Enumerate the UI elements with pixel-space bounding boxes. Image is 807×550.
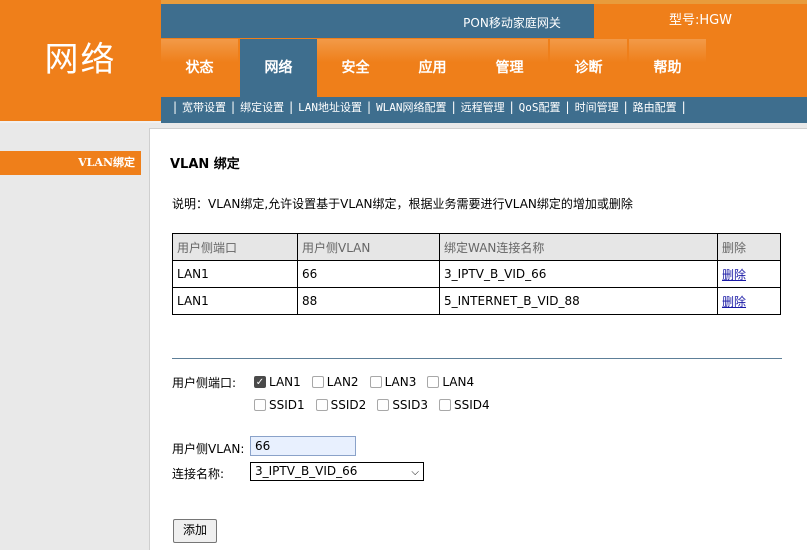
cell-port: LAN1 xyxy=(172,287,298,315)
sub-nav-separator: | xyxy=(681,100,686,114)
tab-diagnosis[interactable]: 诊断 xyxy=(550,39,627,97)
lan-port-group: ✓ LAN1 LAN2 LAN3 LAN4 xyxy=(254,375,474,389)
cell-wan: 3_IPTV_B_VID_66 xyxy=(439,260,718,288)
section-divider xyxy=(172,358,782,359)
lan1-checkbox[interactable]: ✓ xyxy=(254,376,266,388)
lan1-checkbox-item[interactable]: ✓ LAN1 xyxy=(254,375,301,389)
cell-delete: 删除 xyxy=(717,260,781,288)
lan2-checkbox[interactable] xyxy=(311,376,324,388)
cell-delete: 删除 xyxy=(717,287,781,315)
gateway-title: PON移动家庭网关 xyxy=(463,16,561,30)
subnav-lan-address[interactable]: LAN地址设置 xyxy=(293,99,367,115)
page-description: 说明：VLAN绑定,允许设置基于VLAN绑定，根据业务需要进行VLAN绑定的增加… xyxy=(172,197,633,211)
ssid3-label: SSID3 xyxy=(392,398,428,412)
lan3-checkbox[interactable] xyxy=(369,376,382,388)
cell-port: LAN1 xyxy=(172,260,298,288)
section-title: 网络 xyxy=(0,0,161,121)
ssid1-checkbox[interactable] xyxy=(254,399,266,411)
table-row: LAN1 66 3_IPTV_B_VID_66 删除 xyxy=(172,260,781,288)
table-header-row: 用户侧端口 用户侧VLAN 绑定WAN连接名称 删除 xyxy=(172,233,781,261)
col-header-port: 用户侧端口 xyxy=(172,233,298,261)
tab-network[interactable]: 网络 xyxy=(240,39,317,97)
lan4-checkbox[interactable] xyxy=(427,376,440,388)
ssid3-checkbox[interactable] xyxy=(377,399,390,411)
lan3-label: LAN3 xyxy=(384,375,417,389)
tab-status[interactable]: 状态 xyxy=(161,39,238,97)
connection-select-value: 3_IPTV_B_VID_66 xyxy=(255,464,358,478)
port-label: 用户侧端口: xyxy=(172,376,237,390)
ssid1-label: SSID1 xyxy=(269,398,305,412)
binding-table: 用户侧端口 用户侧VLAN 绑定WAN连接名称 删除 LAN1 66 3_IPT… xyxy=(172,233,781,315)
subnav-wlan[interactable]: WLAN网络配置 xyxy=(371,99,452,115)
ssid4-checkbox[interactable] xyxy=(438,399,451,411)
cell-vlan: 66 xyxy=(297,260,440,288)
subnav-binding[interactable]: 绑定设置 xyxy=(235,99,289,115)
ssid1-checkbox-item[interactable]: SSID1 xyxy=(254,398,305,412)
tab-help[interactable]: 帮助 xyxy=(629,39,706,97)
ssid-group: SSID1 SSID2 SSID3 SSID4 xyxy=(254,398,490,412)
tab-management[interactable]: 管理 xyxy=(471,39,548,97)
subnav-remote-management[interactable]: 远程管理 xyxy=(456,99,510,115)
lan1-label: LAN1 xyxy=(269,375,301,389)
lan3-checkbox-item[interactable]: LAN3 xyxy=(369,375,417,389)
tab-security[interactable]: 安全 xyxy=(317,39,394,97)
col-header-wan: 绑定WAN连接名称 xyxy=(439,233,718,261)
sidebar-item-vlan-binding[interactable]: VLAN绑定 xyxy=(0,151,141,175)
subnav-routing[interactable]: 路由配置 xyxy=(628,99,682,115)
ssid2-checkbox-item[interactable]: SSID2 xyxy=(315,398,367,412)
tab-application[interactable]: 应用 xyxy=(394,39,471,97)
header: 网络 PON移动家庭网关 型号:HGW 状态 网络 安全 应用 管理 诊断 帮助… xyxy=(0,0,807,123)
page-title: VLAN 绑定 xyxy=(170,157,240,172)
delete-link[interactable]: 删除 xyxy=(722,268,746,282)
lan2-label: LAN2 xyxy=(326,375,359,389)
vlan-input[interactable] xyxy=(250,436,356,456)
lan4-checkbox-item[interactable]: LAN4 xyxy=(427,375,474,389)
sub-nav-bar: | 宽带设置 | 绑定设置 | LAN地址设置 | WLAN网络配置 | 远程管… xyxy=(161,97,807,117)
cell-vlan: 88 xyxy=(297,287,440,315)
delete-link[interactable]: 删除 xyxy=(722,295,746,309)
ssid2-checkbox[interactable] xyxy=(315,399,328,411)
sub-nav-separator: | xyxy=(173,100,178,114)
connection-select[interactable]: 3_IPTV_B_VID_66 ⌵ xyxy=(250,462,424,481)
subnav-time-management[interactable]: 时间管理 xyxy=(570,99,624,115)
table-row: LAN1 88 5_INTERNET_B_VID_88 删除 xyxy=(172,287,781,315)
ssid3-checkbox-item[interactable]: SSID3 xyxy=(377,398,428,412)
ssid4-label: SSID4 xyxy=(453,398,490,412)
connection-label: 连接名称: xyxy=(172,467,225,481)
vlan-label: 用户侧VLAN: xyxy=(172,442,245,456)
col-header-vlan: 用户侧VLAN xyxy=(297,233,440,261)
lan2-checkbox-item[interactable]: LAN2 xyxy=(311,375,359,389)
content-panel: VLAN 绑定 说明：VLAN绑定,允许设置基于VLAN绑定，根据业务需要进行V… xyxy=(149,128,807,550)
model-label: 型号:HGW xyxy=(594,4,807,38)
col-header-delete: 删除 xyxy=(717,233,781,261)
subnav-broadband[interactable]: 宽带设置 xyxy=(177,99,231,115)
chevron-down-icon: ⌵ xyxy=(411,467,419,478)
ssid2-label: SSID2 xyxy=(330,398,367,412)
lan4-label: LAN4 xyxy=(442,375,475,389)
subnav-qos[interactable]: QoS配置 xyxy=(514,99,566,115)
ssid4-checkbox-item[interactable]: SSID4 xyxy=(438,398,490,412)
cell-wan: 5_INTERNET_B_VID_88 xyxy=(439,287,718,315)
add-button[interactable]: 添加 xyxy=(173,519,217,543)
